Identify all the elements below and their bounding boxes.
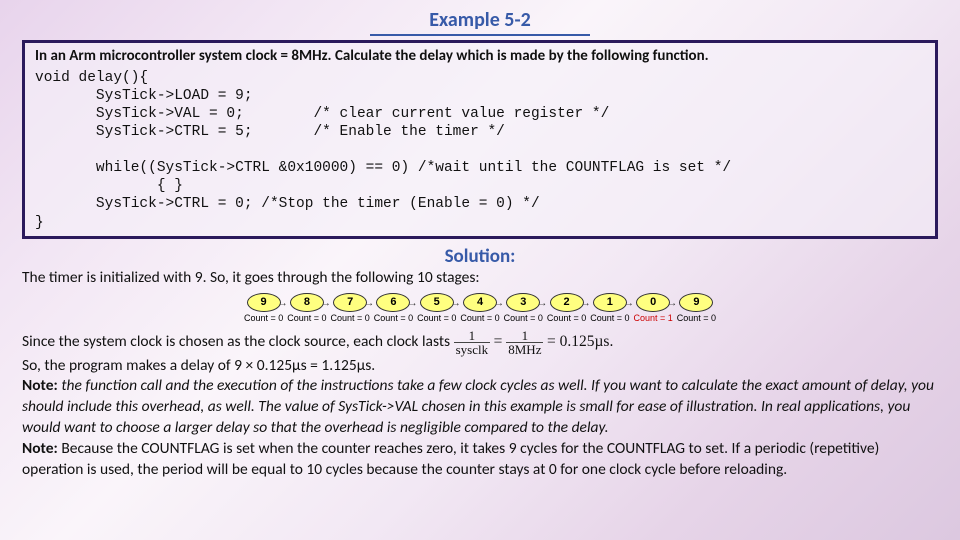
note2-body: Because the COUNTFLAG is set when the co… xyxy=(22,439,879,479)
stage-oval: 8→ xyxy=(290,293,324,312)
frac2-den: 8MHz xyxy=(506,343,543,356)
stage-oval: 3→ xyxy=(506,293,540,312)
stage: 7→Count = 0 xyxy=(331,293,370,323)
stage-count: Count = 0 xyxy=(547,313,586,323)
stage-oval: 4→ xyxy=(463,293,497,312)
stage-oval: 7→ xyxy=(333,293,367,312)
arrow-icon: → xyxy=(321,298,331,309)
stage-oval: 9 xyxy=(679,293,713,312)
frac1-num: 1 xyxy=(454,329,491,343)
stage-oval: 5→ xyxy=(420,293,454,312)
stage-count: Count = 0 xyxy=(504,313,543,323)
stage-count: Count = 1 xyxy=(633,313,672,323)
question-text: In an Arm microcontroller system clock =… xyxy=(35,47,925,67)
stage: 0→Count = 1 xyxy=(633,293,672,323)
stage-oval: 6→ xyxy=(376,293,410,312)
arrow-icon: → xyxy=(278,298,288,309)
stage-oval: 1→ xyxy=(593,293,627,312)
stage-oval: 9→ xyxy=(247,293,281,312)
note-2: Note: Because the COUNTFLAG is set when … xyxy=(22,439,938,481)
clock-calc-pre: Since the system clock is chosen as the … xyxy=(22,332,454,351)
note1-body: the function call and the execution of t… xyxy=(22,376,934,437)
example-title: Example 5-2 xyxy=(370,8,590,36)
code-block: void delay(){ SysTick->LOAD = 9; SysTick… xyxy=(35,69,925,232)
stage-count: Count = 0 xyxy=(287,313,326,323)
stage-oval: 0→ xyxy=(636,293,670,312)
fraction-2: 1 8MHz xyxy=(506,329,543,356)
frac2-num: 1 xyxy=(506,329,543,343)
stage-count: Count = 0 xyxy=(677,313,716,323)
solution-heading: Solution: xyxy=(22,245,938,268)
note-1: Note: the function call and the executio… xyxy=(22,376,938,439)
stage-count: Count = 0 xyxy=(331,313,370,323)
stage: 1→Count = 0 xyxy=(590,293,629,323)
clock-calc-post: = 0.125µs. xyxy=(547,333,613,350)
stage: 9→Count = 0 xyxy=(244,293,283,323)
stage: 9Count = 0 xyxy=(677,293,716,323)
stage: 4→Count = 0 xyxy=(460,293,499,323)
stage: 3→Count = 0 xyxy=(504,293,543,323)
stage: 6→Count = 0 xyxy=(374,293,413,323)
stage: 5→Count = 0 xyxy=(417,293,456,323)
stage-count: Count = 0 xyxy=(460,313,499,323)
stage: 2→Count = 0 xyxy=(547,293,586,323)
arrow-icon: → xyxy=(537,298,547,309)
arrow-icon: → xyxy=(364,298,374,309)
arrow-icon: → xyxy=(667,298,677,309)
stage-count: Count = 0 xyxy=(590,313,629,323)
arrow-icon: → xyxy=(494,298,504,309)
delay-line: So, the program makes a delay of 9 × 0.1… xyxy=(22,356,938,377)
stage: 8→Count = 0 xyxy=(287,293,326,323)
intro-text: The timer is initialized with 9. So, it … xyxy=(22,268,938,289)
stage-oval: 2→ xyxy=(550,293,584,312)
stage-count: Count = 0 xyxy=(244,313,283,323)
stage-count: Count = 0 xyxy=(417,313,456,323)
note1-label: Note: xyxy=(22,376,61,395)
stages-diagram: 9→Count = 08→Count = 07→Count = 06→Count… xyxy=(22,293,938,323)
stage-count: Count = 0 xyxy=(374,313,413,323)
clock-calc-line: Since the system clock is chosen as the … xyxy=(22,329,938,356)
arrow-icon: → xyxy=(581,298,591,309)
fraction-1: 1 sysclk xyxy=(454,329,491,356)
arrow-icon: → xyxy=(624,298,634,309)
arrow-icon: → xyxy=(451,298,461,309)
example-box: In an Arm microcontroller system clock =… xyxy=(22,40,938,239)
frac1-den: sysclk xyxy=(454,343,491,356)
note2-label: Note: xyxy=(22,439,61,458)
equals-1: = xyxy=(494,333,507,350)
arrow-icon: → xyxy=(407,298,417,309)
